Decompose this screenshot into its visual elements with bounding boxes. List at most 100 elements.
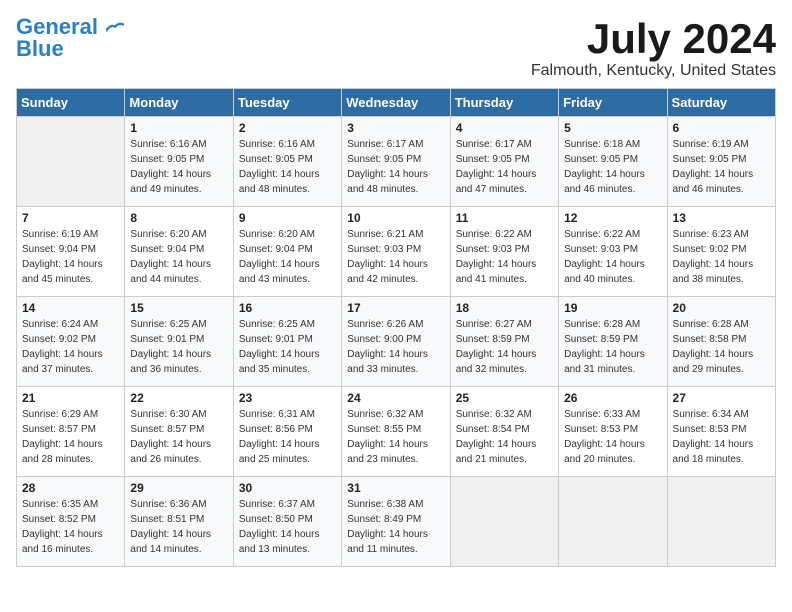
calendar-cell: 5 Sunrise: 6:18 AMSunset: 9:05 PMDayligh… <box>559 117 667 207</box>
title-area: July 2024 Falmouth, Kentucky, United Sta… <box>531 16 776 80</box>
cell-info: Sunrise: 6:20 AMSunset: 9:04 PMDaylight:… <box>239 227 336 287</box>
day-number: 9 <box>239 211 336 225</box>
day-number: 23 <box>239 391 336 405</box>
calendar-cell: 24 Sunrise: 6:32 AMSunset: 8:55 PMDaylig… <box>342 387 450 477</box>
calendar-cell: 21 Sunrise: 6:29 AMSunset: 8:57 PMDaylig… <box>17 387 125 477</box>
day-number: 7 <box>22 211 119 225</box>
calendar-cell: 13 Sunrise: 6:23 AMSunset: 9:02 PMDaylig… <box>667 207 775 297</box>
calendar-cell: 20 Sunrise: 6:28 AMSunset: 8:58 PMDaylig… <box>667 297 775 387</box>
cell-info: Sunrise: 6:36 AMSunset: 8:51 PMDaylight:… <box>130 497 227 557</box>
day-number: 6 <box>673 121 770 135</box>
day-number: 10 <box>347 211 444 225</box>
calendar-week-row: 28 Sunrise: 6:35 AMSunset: 8:52 PMDaylig… <box>17 477 776 567</box>
cell-info: Sunrise: 6:19 AMSunset: 9:04 PMDaylight:… <box>22 227 119 287</box>
day-number: 28 <box>22 481 119 495</box>
col-header-wednesday: Wednesday <box>342 89 450 117</box>
calendar-cell: 25 Sunrise: 6:32 AMSunset: 8:54 PMDaylig… <box>450 387 558 477</box>
calendar-week-row: 1 Sunrise: 6:16 AMSunset: 9:05 PMDayligh… <box>17 117 776 207</box>
calendar-cell: 6 Sunrise: 6:19 AMSunset: 9:05 PMDayligh… <box>667 117 775 207</box>
day-number: 4 <box>456 121 553 135</box>
calendar-cell: 14 Sunrise: 6:24 AMSunset: 9:02 PMDaylig… <box>17 297 125 387</box>
calendar-cell: 15 Sunrise: 6:25 AMSunset: 9:01 PMDaylig… <box>125 297 233 387</box>
cell-info: Sunrise: 6:26 AMSunset: 9:00 PMDaylight:… <box>347 317 444 377</box>
calendar-cell <box>667 477 775 567</box>
calendar-cell: 10 Sunrise: 6:21 AMSunset: 9:03 PMDaylig… <box>342 207 450 297</box>
calendar-cell: 31 Sunrise: 6:38 AMSunset: 8:49 PMDaylig… <box>342 477 450 567</box>
day-number: 26 <box>564 391 661 405</box>
location-text: Falmouth, Kentucky, United States <box>531 62 776 80</box>
calendar-week-row: 21 Sunrise: 6:29 AMSunset: 8:57 PMDaylig… <box>17 387 776 477</box>
day-number: 18 <box>456 301 553 315</box>
page-header: General Blue July 2024 Falmouth, Kentuck… <box>16 16 776 80</box>
calendar-cell: 11 Sunrise: 6:22 AMSunset: 9:03 PMDaylig… <box>450 207 558 297</box>
cell-info: Sunrise: 6:18 AMSunset: 9:05 PMDaylight:… <box>564 137 661 197</box>
cell-info: Sunrise: 6:19 AMSunset: 9:05 PMDaylight:… <box>673 137 770 197</box>
day-number: 25 <box>456 391 553 405</box>
day-number: 17 <box>347 301 444 315</box>
cell-info: Sunrise: 6:32 AMSunset: 8:54 PMDaylight:… <box>456 407 553 467</box>
day-number: 16 <box>239 301 336 315</box>
calendar-cell: 22 Sunrise: 6:30 AMSunset: 8:57 PMDaylig… <box>125 387 233 477</box>
calendar-header-row: SundayMondayTuesdayWednesdayThursdayFrid… <box>17 89 776 117</box>
calendar-cell: 4 Sunrise: 6:17 AMSunset: 9:05 PMDayligh… <box>450 117 558 207</box>
calendar-cell: 18 Sunrise: 6:27 AMSunset: 8:59 PMDaylig… <box>450 297 558 387</box>
cell-info: Sunrise: 6:27 AMSunset: 8:59 PMDaylight:… <box>456 317 553 377</box>
calendar-cell: 8 Sunrise: 6:20 AMSunset: 9:04 PMDayligh… <box>125 207 233 297</box>
logo-text: General <box>16 16 124 38</box>
day-number: 20 <box>673 301 770 315</box>
day-number: 30 <box>239 481 336 495</box>
day-number: 24 <box>347 391 444 405</box>
cell-info: Sunrise: 6:33 AMSunset: 8:53 PMDaylight:… <box>564 407 661 467</box>
col-header-tuesday: Tuesday <box>233 89 341 117</box>
cell-info: Sunrise: 6:28 AMSunset: 8:59 PMDaylight:… <box>564 317 661 377</box>
day-number: 27 <box>673 391 770 405</box>
col-header-thursday: Thursday <box>450 89 558 117</box>
day-number: 12 <box>564 211 661 225</box>
day-number: 19 <box>564 301 661 315</box>
calendar-cell: 3 Sunrise: 6:17 AMSunset: 9:05 PMDayligh… <box>342 117 450 207</box>
day-number: 29 <box>130 481 227 495</box>
cell-info: Sunrise: 6:25 AMSunset: 9:01 PMDaylight:… <box>130 317 227 377</box>
cell-info: Sunrise: 6:17 AMSunset: 9:05 PMDaylight:… <box>456 137 553 197</box>
calendar-cell <box>559 477 667 567</box>
calendar-table: SundayMondayTuesdayWednesdayThursdayFrid… <box>16 88 776 567</box>
calendar-cell: 23 Sunrise: 6:31 AMSunset: 8:56 PMDaylig… <box>233 387 341 477</box>
calendar-cell: 26 Sunrise: 6:33 AMSunset: 8:53 PMDaylig… <box>559 387 667 477</box>
day-number: 1 <box>130 121 227 135</box>
col-header-monday: Monday <box>125 89 233 117</box>
calendar-cell: 9 Sunrise: 6:20 AMSunset: 9:04 PMDayligh… <box>233 207 341 297</box>
cell-info: Sunrise: 6:16 AMSunset: 9:05 PMDaylight:… <box>130 137 227 197</box>
cell-info: Sunrise: 6:35 AMSunset: 8:52 PMDaylight:… <box>22 497 119 557</box>
calendar-cell: 16 Sunrise: 6:25 AMSunset: 9:01 PMDaylig… <box>233 297 341 387</box>
calendar-cell: 2 Sunrise: 6:16 AMSunset: 9:05 PMDayligh… <box>233 117 341 207</box>
cell-info: Sunrise: 6:29 AMSunset: 8:57 PMDaylight:… <box>22 407 119 467</box>
day-number: 11 <box>456 211 553 225</box>
calendar-week-row: 14 Sunrise: 6:24 AMSunset: 9:02 PMDaylig… <box>17 297 776 387</box>
calendar-week-row: 7 Sunrise: 6:19 AMSunset: 9:04 PMDayligh… <box>17 207 776 297</box>
month-title: July 2024 <box>531 16 776 62</box>
day-number: 8 <box>130 211 227 225</box>
cell-info: Sunrise: 6:22 AMSunset: 9:03 PMDaylight:… <box>564 227 661 287</box>
day-number: 15 <box>130 301 227 315</box>
logo-bird-icon <box>106 22 124 34</box>
cell-info: Sunrise: 6:21 AMSunset: 9:03 PMDaylight:… <box>347 227 444 287</box>
cell-info: Sunrise: 6:24 AMSunset: 9:02 PMDaylight:… <box>22 317 119 377</box>
cell-info: Sunrise: 6:23 AMSunset: 9:02 PMDaylight:… <box>673 227 770 287</box>
calendar-cell: 12 Sunrise: 6:22 AMSunset: 9:03 PMDaylig… <box>559 207 667 297</box>
logo: General Blue <box>16 16 124 60</box>
cell-info: Sunrise: 6:30 AMSunset: 8:57 PMDaylight:… <box>130 407 227 467</box>
cell-info: Sunrise: 6:16 AMSunset: 9:05 PMDaylight:… <box>239 137 336 197</box>
calendar-cell: 28 Sunrise: 6:35 AMSunset: 8:52 PMDaylig… <box>17 477 125 567</box>
col-header-sunday: Sunday <box>17 89 125 117</box>
calendar-cell: 29 Sunrise: 6:36 AMSunset: 8:51 PMDaylig… <box>125 477 233 567</box>
calendar-cell: 30 Sunrise: 6:37 AMSunset: 8:50 PMDaylig… <box>233 477 341 567</box>
cell-info: Sunrise: 6:22 AMSunset: 9:03 PMDaylight:… <box>456 227 553 287</box>
cell-info: Sunrise: 6:20 AMSunset: 9:04 PMDaylight:… <box>130 227 227 287</box>
day-number: 21 <box>22 391 119 405</box>
calendar-cell <box>17 117 125 207</box>
day-number: 14 <box>22 301 119 315</box>
calendar-cell: 7 Sunrise: 6:19 AMSunset: 9:04 PMDayligh… <box>17 207 125 297</box>
cell-info: Sunrise: 6:28 AMSunset: 8:58 PMDaylight:… <box>673 317 770 377</box>
day-number: 13 <box>673 211 770 225</box>
cell-info: Sunrise: 6:17 AMSunset: 9:05 PMDaylight:… <box>347 137 444 197</box>
